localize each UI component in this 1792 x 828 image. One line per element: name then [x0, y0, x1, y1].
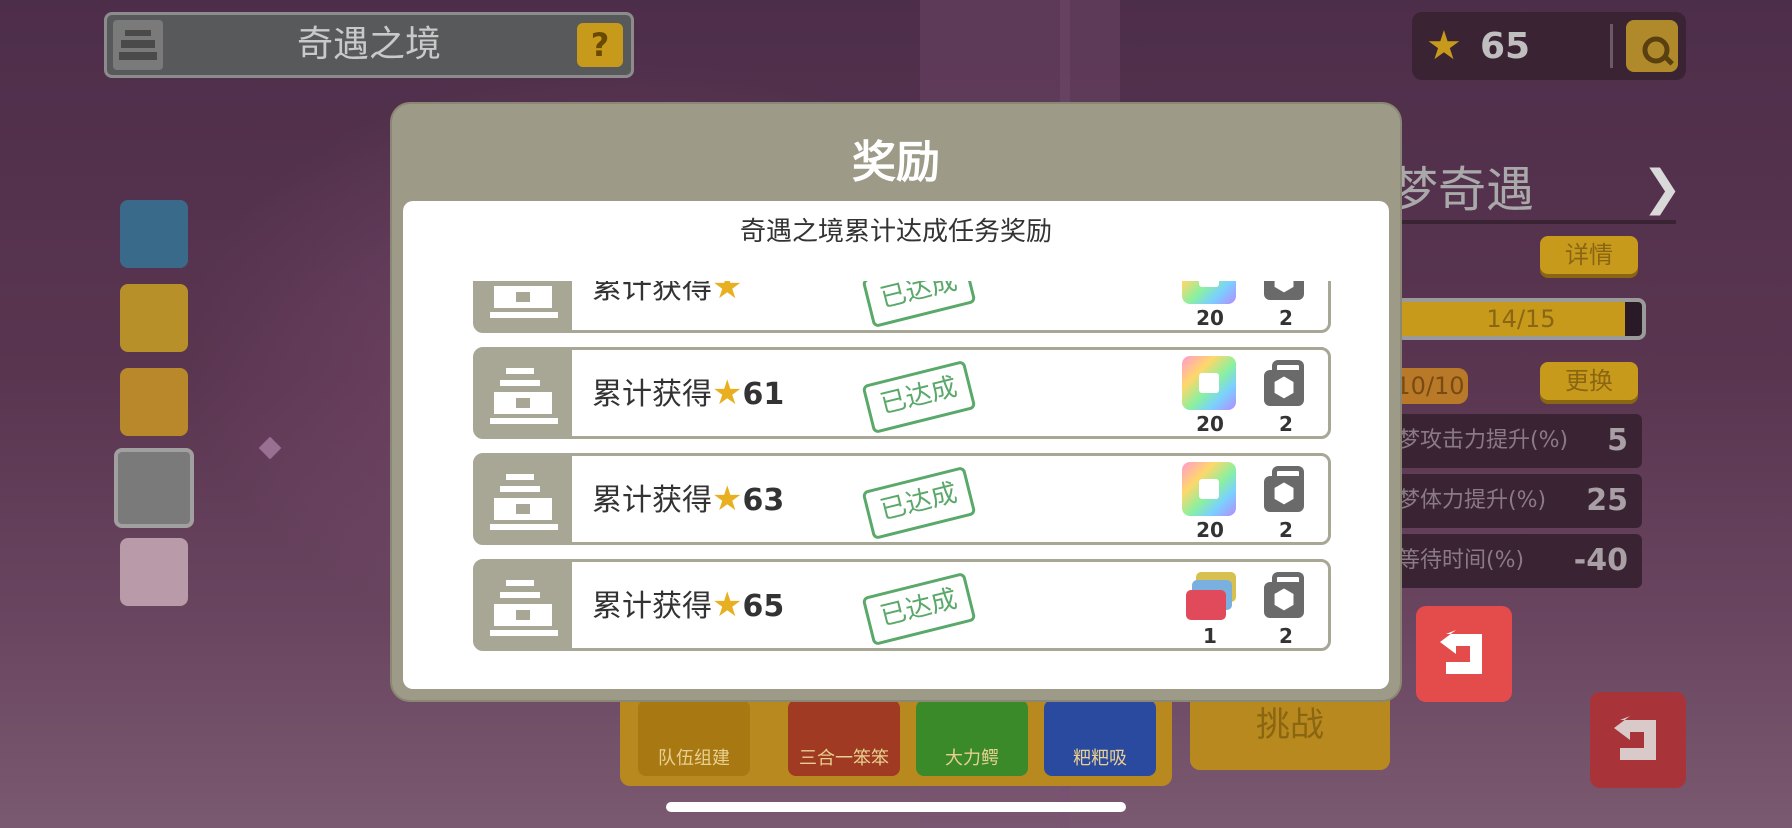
stat-row: 梦攻击力提升(%) 5	[1396, 414, 1642, 468]
star-icon: ★	[1426, 23, 1462, 69]
reward-condition-prefix: 累计获得	[592, 589, 712, 624]
swap-button[interactable]: 更换	[1540, 362, 1638, 400]
challenge-button[interactable]: 挑战	[1190, 690, 1390, 770]
stat-row: 梦体力提升(%) 25	[1396, 474, 1642, 528]
stat-label: 梦攻击力提升(%)	[1398, 428, 1569, 453]
stat-row: 等待时间(%) -40	[1396, 534, 1642, 588]
reward-condition-prefix: 累计获得	[592, 281, 712, 306]
team-slot-label: 大力鳄	[945, 748, 999, 769]
character-avatar[interactable]	[120, 538, 188, 606]
reward-item: 20	[1180, 281, 1240, 330]
stat-label: 梦体力提升(%)	[1398, 488, 1547, 513]
chevron-right-icon[interactable]: ❯	[1642, 160, 1682, 216]
stat-label: 等待时间(%)	[1398, 548, 1525, 573]
reward-condition: 累计获得★61	[592, 350, 784, 438]
team-slot-label: 队伍组建	[658, 748, 730, 769]
chest-icon	[476, 456, 572, 542]
search-icon[interactable]	[1626, 20, 1678, 72]
reward-condition-prefix: 累计获得	[592, 483, 712, 518]
reward-count: 1	[1203, 624, 1217, 648]
star-icon: ★	[712, 373, 743, 413]
completed-stamp: 已达成	[861, 359, 977, 435]
reward-count: 2	[1279, 412, 1293, 436]
card-stack-icon	[1182, 568, 1236, 622]
completed-stamp: 已达成	[861, 465, 977, 541]
team-slot-label: 粑粑吸	[1073, 748, 1127, 769]
team-slot[interactable]: 队伍组建	[638, 700, 750, 776]
team-bar: 队伍组建 三合一笨笨 大力鳄 粑粑吸	[620, 690, 1172, 786]
back-button-secondary[interactable]	[1590, 692, 1686, 788]
star-icon: ★	[712, 281, 743, 307]
rainbow-cube-icon	[1182, 281, 1236, 304]
reward-condition: 累计获得★63	[592, 456, 784, 544]
reward-star-count: 61	[742, 377, 785, 412]
reward-item: 2	[1256, 568, 1316, 648]
reward-condition: 累计获得★65	[592, 562, 784, 650]
reward-item: 20	[1180, 462, 1240, 542]
character-avatar-selected[interactable]	[114, 448, 194, 528]
reward-count: 2	[1279, 624, 1293, 648]
reward-count: 2	[1279, 518, 1293, 542]
reward-count: 20	[1196, 412, 1224, 436]
bag-icon	[1258, 568, 1312, 622]
bag-icon	[1258, 356, 1312, 410]
reward-condition-prefix: 累计获得	[592, 377, 712, 412]
completed-stamp: 已达成	[861, 571, 977, 647]
progress-bar: 14/15	[1396, 298, 1646, 340]
slot-count-badge: 10/10	[1392, 368, 1468, 404]
panel-title: 梦奇遇	[1390, 162, 1535, 218]
reward-row: 累计获得★65 已达成 1 2	[473, 559, 1331, 651]
stat-value: -40	[1573, 543, 1628, 578]
progress-label: 14/15	[1486, 305, 1556, 333]
back-button[interactable]	[1416, 606, 1512, 702]
bag-icon	[1258, 462, 1312, 516]
divider	[1610, 24, 1613, 68]
character-avatar[interactable]	[120, 368, 188, 436]
reward-item: 20	[1180, 356, 1240, 436]
bag-icon	[1258, 281, 1312, 304]
character-avatar[interactable]	[120, 200, 188, 268]
reward-star-count: 63	[742, 483, 785, 518]
reward-list[interactable]: 累计获得★ 已达成 20 2 累计获得★61 已达	[473, 281, 1333, 681]
reward-condition: 累计获得★	[592, 281, 742, 332]
star-count: 65	[1480, 26, 1531, 67]
reward-modal: 奖励 奇遇之境累计达成任务奖励 累计获得★ 已达成 20 2	[392, 104, 1400, 700]
star-currency: ★ 65	[1412, 12, 1686, 80]
completed-stamp: 已达成	[861, 281, 977, 329]
character-avatar[interactable]	[120, 284, 188, 352]
reward-row: 累计获得★61 已达成 20 2	[473, 347, 1331, 439]
reward-count: 2	[1279, 306, 1293, 330]
reward-item: 2	[1256, 281, 1316, 330]
reward-count: 20	[1196, 518, 1224, 542]
reward-item: 2	[1256, 356, 1316, 436]
rainbow-cube-icon	[1182, 462, 1236, 516]
details-button[interactable]: 详情	[1540, 236, 1638, 274]
chest-icon	[476, 350, 572, 436]
star-icon: ★	[712, 585, 743, 625]
reward-star-count: 65	[742, 589, 785, 624]
divider	[1396, 220, 1676, 224]
team-slot[interactable]: 三合一笨笨	[788, 700, 900, 776]
stat-value: 25	[1586, 483, 1628, 518]
modal-body: 奇遇之境累计达成任务奖励 累计获得★ 已达成 20 2	[403, 201, 1389, 689]
home-indicator[interactable]	[666, 802, 1126, 812]
reward-item: 1	[1180, 568, 1240, 648]
stat-value: 5	[1607, 423, 1628, 458]
rainbow-cube-icon	[1182, 356, 1236, 410]
team-slot[interactable]: 大力鳄	[916, 700, 1028, 776]
star-icon: ★	[712, 479, 743, 519]
team-slot[interactable]: 粑粑吸	[1044, 700, 1156, 776]
area-title-bar: 奇遇之境 ?	[104, 12, 634, 78]
reward-row: 累计获得★63 已达成 20 2	[473, 453, 1331, 545]
reward-count: 20	[1196, 306, 1224, 330]
reward-item: 2	[1256, 462, 1316, 542]
chest-icon	[476, 281, 572, 330]
chest-icon	[476, 562, 572, 648]
help-button[interactable]: ?	[577, 23, 623, 67]
reward-row: 累计获得★ 已达成 20 2	[473, 281, 1331, 333]
team-slot-label: 三合一笨笨	[799, 748, 889, 769]
modal-title: 奖励	[852, 137, 940, 188]
area-title: 奇遇之境	[296, 24, 441, 65]
modal-subtitle: 奇遇之境累计达成任务奖励	[739, 217, 1052, 247]
